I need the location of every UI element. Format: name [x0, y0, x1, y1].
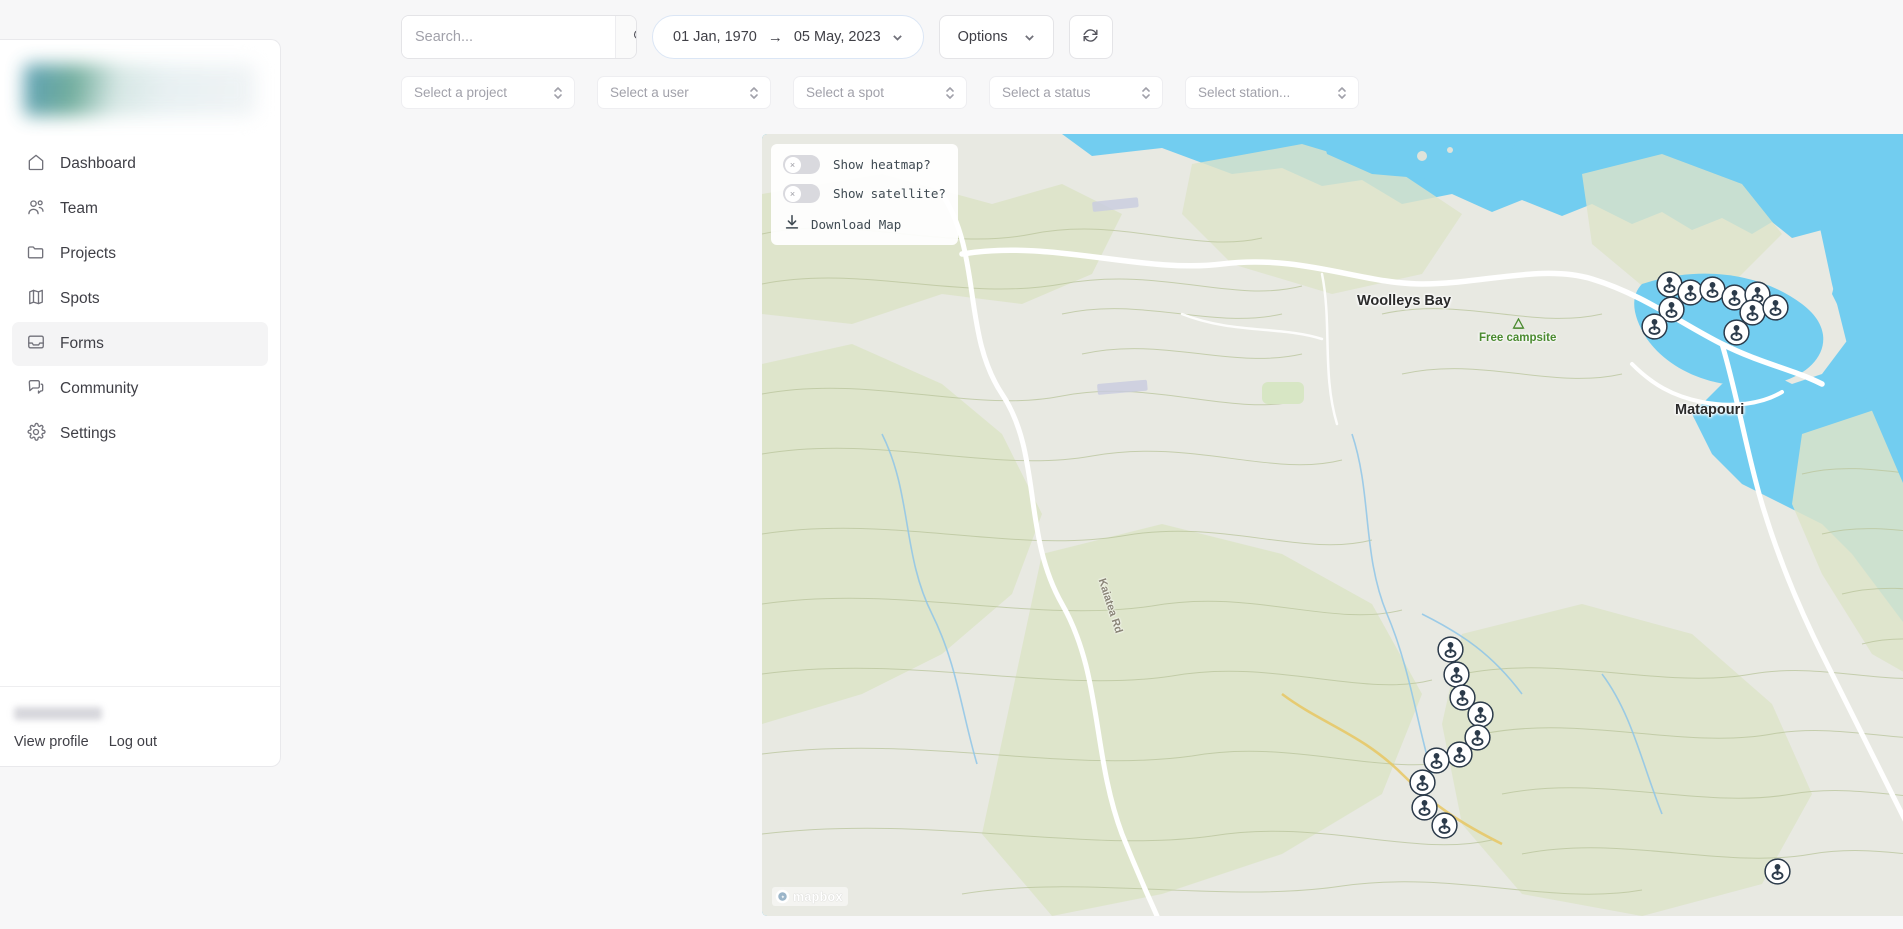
map-marker[interactable]: [1763, 857, 1791, 885]
map-marker[interactable]: [1430, 811, 1458, 839]
map-canvas: [762, 134, 1903, 916]
sidebar-item-label: Dashboard: [60, 155, 136, 172]
users-icon: [26, 197, 46, 222]
show-heatmap-toggle[interactable]: ×: [783, 155, 820, 174]
footer-links: View profile Log out: [14, 734, 266, 750]
sidebar-item-forms[interactable]: Forms: [12, 322, 268, 366]
search-group: Search: [401, 15, 637, 59]
home-icon: [26, 152, 46, 177]
date-range-picker[interactable]: 01 Jan, 1970 → 05 May, 2023: [652, 15, 924, 59]
mapbox-logo[interactable]: mapbox: [772, 887, 848, 906]
options-label: Options: [957, 29, 1008, 45]
show-satellite-toggle[interactable]: ×: [783, 184, 820, 203]
map-marker[interactable]: [1640, 312, 1668, 340]
toggle-knob: ×: [784, 185, 801, 202]
sidebar-nav: Dashboard Team Projects Spots Forms Comm…: [0, 142, 280, 686]
filter-user[interactable]: Select a user: [597, 76, 771, 109]
map-marker[interactable]: [1445, 740, 1473, 768]
show-heatmap-label: Show heatmap?: [833, 157, 931, 172]
sidebar-item-label: Settings: [60, 425, 117, 442]
campsite-icon: [1512, 316, 1525, 334]
map-marker[interactable]: [1722, 318, 1750, 346]
chevron-updown-icon: [750, 86, 758, 99]
folder-icon: [26, 242, 46, 267]
sidebar-item-label: Projects: [60, 245, 116, 262]
sidebar-item-dashboard[interactable]: Dashboard: [12, 142, 268, 186]
view-profile-link[interactable]: View profile: [14, 734, 89, 750]
filter-spot-value: Select a spot: [806, 85, 885, 100]
filter-status[interactable]: Select a status: [989, 76, 1163, 109]
chevron-down-icon: [892, 34, 902, 41]
gear-icon: [26, 422, 46, 447]
chevron-updown-icon: [1338, 86, 1346, 99]
chat-icon: [26, 377, 46, 402]
sidebar-item-label: Team: [60, 200, 98, 217]
filter-spot[interactable]: Select a spot: [793, 76, 967, 109]
download-map-button[interactable]: Download Map: [783, 213, 946, 235]
log-out-link[interactable]: Log out: [109, 734, 157, 750]
user-name-blurred: [14, 707, 102, 720]
filter-station[interactable]: Select station...: [1185, 76, 1359, 109]
chevron-updown-icon: [1142, 86, 1150, 99]
filter-status-value: Select a status: [1002, 85, 1091, 100]
filter-row: Select a project Select a user Select a …: [361, 59, 1903, 109]
sidebar-item-team[interactable]: Team: [12, 187, 268, 231]
sidebar-item-label: Forms: [60, 335, 104, 352]
toolbar: Search 01 Jan, 1970 → 05 May, 2023 Optio…: [361, 0, 1903, 59]
satellite-toggle-row: × Show satellite?: [783, 184, 946, 203]
heatmap-toggle-row: × Show heatmap?: [783, 155, 946, 174]
filter-station-value: Select station...: [1198, 85, 1291, 100]
map-icon: [26, 287, 46, 312]
filter-project-value: Select a project: [414, 85, 508, 100]
date-to: 05 May, 2023: [793, 29, 881, 45]
mapbox-mark-icon: [775, 889, 790, 904]
sidebar-column: Dashboard Team Projects Spots Forms Comm…: [0, 0, 361, 929]
brand-logo: [24, 64, 256, 116]
sidebar-item-spots[interactable]: Spots: [12, 277, 268, 321]
map-options-panel: × Show heatmap? × Show satellite? Downlo…: [771, 144, 958, 245]
chevron-down-icon: [1024, 34, 1034, 41]
mapbox-logo-text: mapbox: [793, 889, 843, 904]
date-from: 01 Jan, 1970: [673, 29, 757, 45]
toggle-knob: ×: [784, 156, 801, 173]
chevron-updown-icon: [946, 86, 954, 99]
sidebar-item-label: Spots: [60, 290, 100, 307]
sidebar-item-community[interactable]: Community: [12, 367, 268, 411]
show-satellite-label: Show satellite?: [833, 186, 946, 201]
map-marker[interactable]: [1436, 635, 1464, 663]
filter-user-value: Select a user: [610, 85, 689, 100]
app-root: Dashboard Team Projects Spots Forms Comm…: [0, 0, 1903, 929]
sidebar-item-label: Community: [60, 380, 139, 397]
map-marker[interactable]: [1761, 293, 1789, 321]
map-container[interactable]: Woolleys Bay Matapouri Free campsite Kai…: [762, 134, 1903, 916]
sidebar-item-settings[interactable]: Settings: [12, 412, 268, 456]
inbox-icon: [26, 332, 46, 357]
refresh-button[interactable]: [1068, 15, 1113, 59]
filter-project[interactable]: Select a project: [401, 76, 575, 109]
refresh-icon: [1081, 26, 1100, 48]
chevron-updown-icon: [554, 86, 562, 99]
download-map-label: Download Map: [811, 216, 902, 232]
search-icon: [632, 28, 636, 47]
options-button[interactable]: Options: [938, 15, 1054, 59]
search-input[interactable]: [402, 16, 615, 58]
sidebar-item-projects[interactable]: Projects: [12, 232, 268, 276]
search-button[interactable]: Search: [615, 16, 636, 58]
main-content: Search 01 Jan, 1970 → 05 May, 2023 Optio…: [361, 0, 1903, 929]
date-arrow-icon: →: [767, 28, 783, 46]
download-icon: [783, 213, 801, 235]
sidebar: Dashboard Team Projects Spots Forms Comm…: [0, 39, 281, 767]
sidebar-footer: View profile Log out: [0, 686, 280, 766]
map-marker[interactable]: [1408, 768, 1436, 796]
